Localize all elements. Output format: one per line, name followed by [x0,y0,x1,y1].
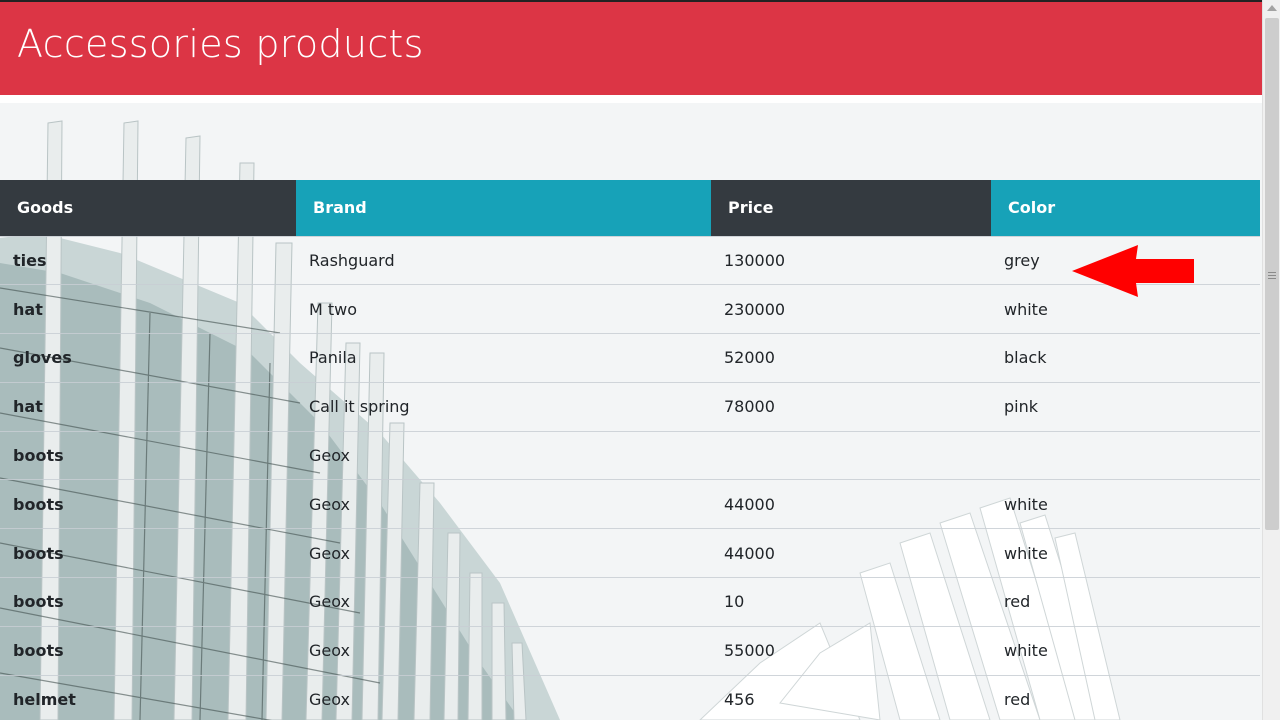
cell-goods: boots [0,577,296,627]
cell-price: 130000 [711,235,991,285]
cell-brand: Geox [296,430,711,480]
header-divider [0,95,1262,103]
table-row: boots Geox 44000 white [0,479,1260,529]
cell-goods: helmet [0,674,296,720]
cell-price [711,430,991,480]
scrollbar-thumb[interactable] [1265,18,1279,530]
cell-color: red [991,577,1260,627]
cell-color: red [991,674,1260,720]
cell-price: 55000 [711,625,991,676]
cell-brand: Geox [296,528,711,578]
table-row: boots Geox [0,430,1260,480]
page-viewport: Accessories products Goods Brand Price C… [0,0,1262,720]
cell-brand: M two [296,284,711,334]
cell-color: white [991,625,1260,676]
cell-price: 52000 [711,333,991,383]
cell-brand: Rashguard [296,235,711,285]
column-header-goods: Goods [0,180,296,236]
page-header: Accessories products [0,0,1262,95]
cell-goods: boots [0,528,296,578]
cell-goods: hat [0,284,296,334]
cell-brand: Geox [296,479,711,529]
table-row: boots Geox 10 red [0,577,1260,627]
cell-goods: hat [0,381,296,432]
table-header-row: Goods Brand Price Color [0,180,1260,236]
cell-brand: Geox [296,577,711,627]
table-row: hat Call it spring 78000 pink [0,381,1260,432]
red-arrow-left-icon [1072,245,1194,297]
cell-brand: Geox [296,674,711,720]
cell-color: white [991,479,1260,529]
grip-icon [1268,272,1276,279]
cell-price: 230000 [711,284,991,334]
cell-goods: boots [0,479,296,529]
cell-price: 44000 [711,479,991,529]
vertical-scrollbar[interactable] [1262,0,1280,720]
cell-goods: boots [0,625,296,676]
cell-price: 78000 [711,381,991,432]
cell-brand: Panila [296,333,711,383]
cell-goods: gloves [0,333,296,383]
cell-brand: Call it spring [296,381,711,432]
column-header-price: Price [711,180,991,236]
cell-color: white [991,528,1260,578]
scroll-up-arrow-icon[interactable] [1267,5,1277,11]
cell-color: pink [991,381,1260,432]
table-row: helmet Geox 456 red [0,674,1260,720]
cell-price: 456 [711,674,991,720]
column-header-color: Color [991,180,1260,236]
table-row: boots Geox 55000 white [0,625,1260,676]
cell-price: 44000 [711,528,991,578]
cell-price: 10 [711,577,991,627]
page-title: Accessories products [17,22,424,66]
cell-goods: boots [0,430,296,480]
cell-color [991,430,1260,480]
table-row: boots Geox 44000 white [0,528,1260,578]
cell-goods: ties [0,235,296,285]
column-header-brand: Brand [296,180,711,236]
cell-color: black [991,333,1260,383]
table-row: gloves Panila 52000 black [0,333,1260,383]
cell-brand: Geox [296,625,711,676]
